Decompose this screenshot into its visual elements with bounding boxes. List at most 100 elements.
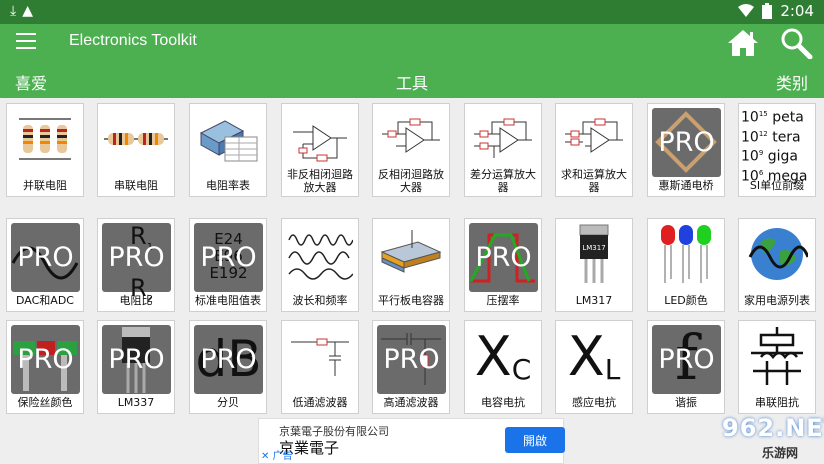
tile-household-power[interactable]: 家用电源列表 <box>738 218 816 312</box>
tile-label: 反相闭迴路放大器 <box>378 168 444 194</box>
pro-badge: PRO <box>469 223 538 292</box>
tile-summing-amplifier[interactable]: 求和运算放大器 <box>555 103 633 197</box>
tile-parallel-resistors[interactable]: 并联电阻 <box>6 103 84 197</box>
tile-led-colors[interactable]: LED颜色 <box>647 218 725 312</box>
reactance-symbol: XC <box>474 324 532 388</box>
menu-icon[interactable] <box>16 33 36 51</box>
tile-differential-amplifier[interactable]: 差分运算放大器 <box>464 103 542 197</box>
tile-capacitive-reactance[interactable]: XC 电容电抗 <box>464 320 542 414</box>
download-icon: ⤓ <box>10 3 23 19</box>
wifi-icon <box>738 4 755 17</box>
tile-label: 电阻比 <box>119 294 153 307</box>
tile-low-pass-filter[interactable]: 低通滤波器 <box>281 320 359 414</box>
tile-label: 谐振 <box>675 396 697 409</box>
tile-resistor-ratio[interactable]: R1 R2 PRO 电阻比 <box>97 218 175 312</box>
opamp-circuit-icon <box>285 108 355 170</box>
pro-badge: PRO <box>652 108 721 177</box>
rlc-circuit-icon <box>742 325 812 387</box>
watermark: 962.NET 乐游网 <box>722 414 824 460</box>
notification-icons: ⤓▲ <box>10 3 39 19</box>
tile-label: LM337 <box>117 396 155 409</box>
tab-categories[interactable]: 类别 <box>776 70 808 94</box>
tile-inductive-reactance[interactable]: XL 感应电抗 <box>555 320 633 414</box>
tile-lm317[interactable]: LM317 LM317 <box>555 218 633 312</box>
tab-favorites[interactable]: 喜爱 <box>15 70 47 94</box>
regulator-chip-icon: LM317 <box>559 223 629 285</box>
tile-standard-resistor-values[interactable]: E24 E96 E192 PRO 标准电阻值表 <box>189 218 267 312</box>
tile-label: 非反相闭迴路放大器 <box>287 168 353 194</box>
tile-dac-adc[interactable]: PRO DAC和ADC <box>6 218 84 312</box>
ad-close[interactable]: ✕ 广告 <box>261 447 293 462</box>
search-icon[interactable] <box>778 27 814 59</box>
tile-label: 感应电抗 <box>572 396 616 409</box>
pro-badge: f PRO <box>652 325 721 394</box>
parallel-resistors-icon <box>10 108 80 170</box>
tile-label: 平行板电容器 <box>378 294 444 307</box>
leds-icon <box>651 223 721 285</box>
ad-open-button[interactable]: 開啟 <box>505 427 565 453</box>
tile-series-resistors[interactable]: 串联电阻 <box>97 103 175 197</box>
opamp-circuit-icon <box>559 108 629 170</box>
tile-fuse-colors[interactable]: PRO 保险丝颜色 <box>6 320 84 414</box>
tile-label: 求和运算放大器 <box>561 168 627 194</box>
opamp-circuit-icon <box>376 108 446 170</box>
tile-label: 压摆率 <box>486 294 520 307</box>
app-title: Electronics Toolkit <box>69 32 197 49</box>
tile-label: 惠斯通电桥 <box>658 179 714 192</box>
tile-label: 电阻率表 <box>206 179 250 192</box>
tile-label: 串联阻抗 <box>755 396 799 409</box>
tile-label: 保险丝颜色 <box>17 396 73 409</box>
tile-inverting-amplifier[interactable]: 反相闭迴路放大器 <box>372 103 450 197</box>
tile-label: 波长和频率 <box>292 294 348 307</box>
clock: 2:04 <box>780 2 814 20</box>
pro-badge: PRO <box>377 325 446 394</box>
status-bar: ⤓▲ 2:04 <box>0 0 824 24</box>
home-icon[interactable] <box>726 28 760 58</box>
pro-badge: PRO <box>11 325 80 394</box>
tile-label: 标准电阻值表 <box>195 294 261 307</box>
tile-label: DAC和ADC <box>16 294 74 307</box>
sine-waves-icon <box>285 223 355 285</box>
pro-badge: E24 E96 E192 PRO <box>194 223 263 292</box>
si-prefix-icon: 1015 peta 1012 tera 109 giga 106 mega <box>741 109 808 185</box>
reactance-symbol: XL <box>567 324 621 388</box>
battery-icon <box>762 3 773 19</box>
resistivity-table-icon <box>193 108 263 170</box>
tile-lm337[interactable]: PRO LM337 <box>97 320 175 414</box>
tile-resonance[interactable]: f PRO 谐振 <box>647 320 725 414</box>
tile-label: 串联电阻 <box>114 179 158 192</box>
tile-slew-rate[interactable]: PRO 压摆率 <box>464 218 542 312</box>
tile-si-prefixes[interactable]: 1015 peta 1012 tera 109 giga 106 mega SI… <box>738 103 816 197</box>
pro-badge: dB PRO <box>194 325 263 394</box>
ad-banner[interactable]: 京葉電子股份有限公司 京業電子 開啟 ✕ 广告 <box>258 418 565 464</box>
tab-bar: 喜爱 工具 类别 <box>0 60 824 98</box>
tile-decibel[interactable]: dB PRO 分贝 <box>189 320 267 414</box>
pro-badge: PRO <box>11 223 80 292</box>
tile-label: 高通滤波器 <box>383 396 439 409</box>
tile-series-impedance[interactable]: 串联阻抗 <box>738 320 816 414</box>
system-status: 2:04 <box>738 2 814 20</box>
warning-icon: ▲ <box>22 3 39 19</box>
tile-label: LED颜色 <box>664 294 708 307</box>
series-resistors-icon <box>101 108 171 170</box>
capacitor-plates-icon <box>376 223 446 285</box>
tile-parallel-plate-capacitor[interactable]: 平行板电容器 <box>372 218 450 312</box>
close-icon[interactable]: ✕ <box>261 451 269 462</box>
tile-resistivity-table[interactable]: 电阻率表 <box>189 103 267 197</box>
tile-label: 电容电抗 <box>481 396 525 409</box>
tile-label: 并联电阻 <box>23 179 67 192</box>
tile-wheatstone-bridge[interactable]: PRO 惠斯通电桥 <box>647 103 725 197</box>
pro-badge: PRO <box>102 325 171 394</box>
tool-grid: 并联电阻 串联电阻 电阻率表 非反相闭迴路放大器 反相闭迴路放大器 差分运算放大… <box>0 98 824 416</box>
tile-noninverting-amplifier[interactable]: 非反相闭迴路放大器 <box>281 103 359 197</box>
globe-icon <box>742 223 812 285</box>
tile-label: 家用电源列表 <box>744 294 810 307</box>
svg-text:LM317: LM317 <box>582 244 605 252</box>
opamp-circuit-icon <box>468 108 538 170</box>
tile-label: 差分运算放大器 <box>470 168 536 194</box>
tile-high-pass-filter[interactable]: PRO 高通滤波器 <box>372 320 450 414</box>
tab-tools[interactable]: 工具 <box>396 70 428 94</box>
tile-label: SI单位前缀 <box>749 179 805 192</box>
pro-badge: R1 R2 PRO <box>102 223 171 305</box>
tile-wavelength-frequency[interactable]: 波长和频率 <box>281 218 359 312</box>
